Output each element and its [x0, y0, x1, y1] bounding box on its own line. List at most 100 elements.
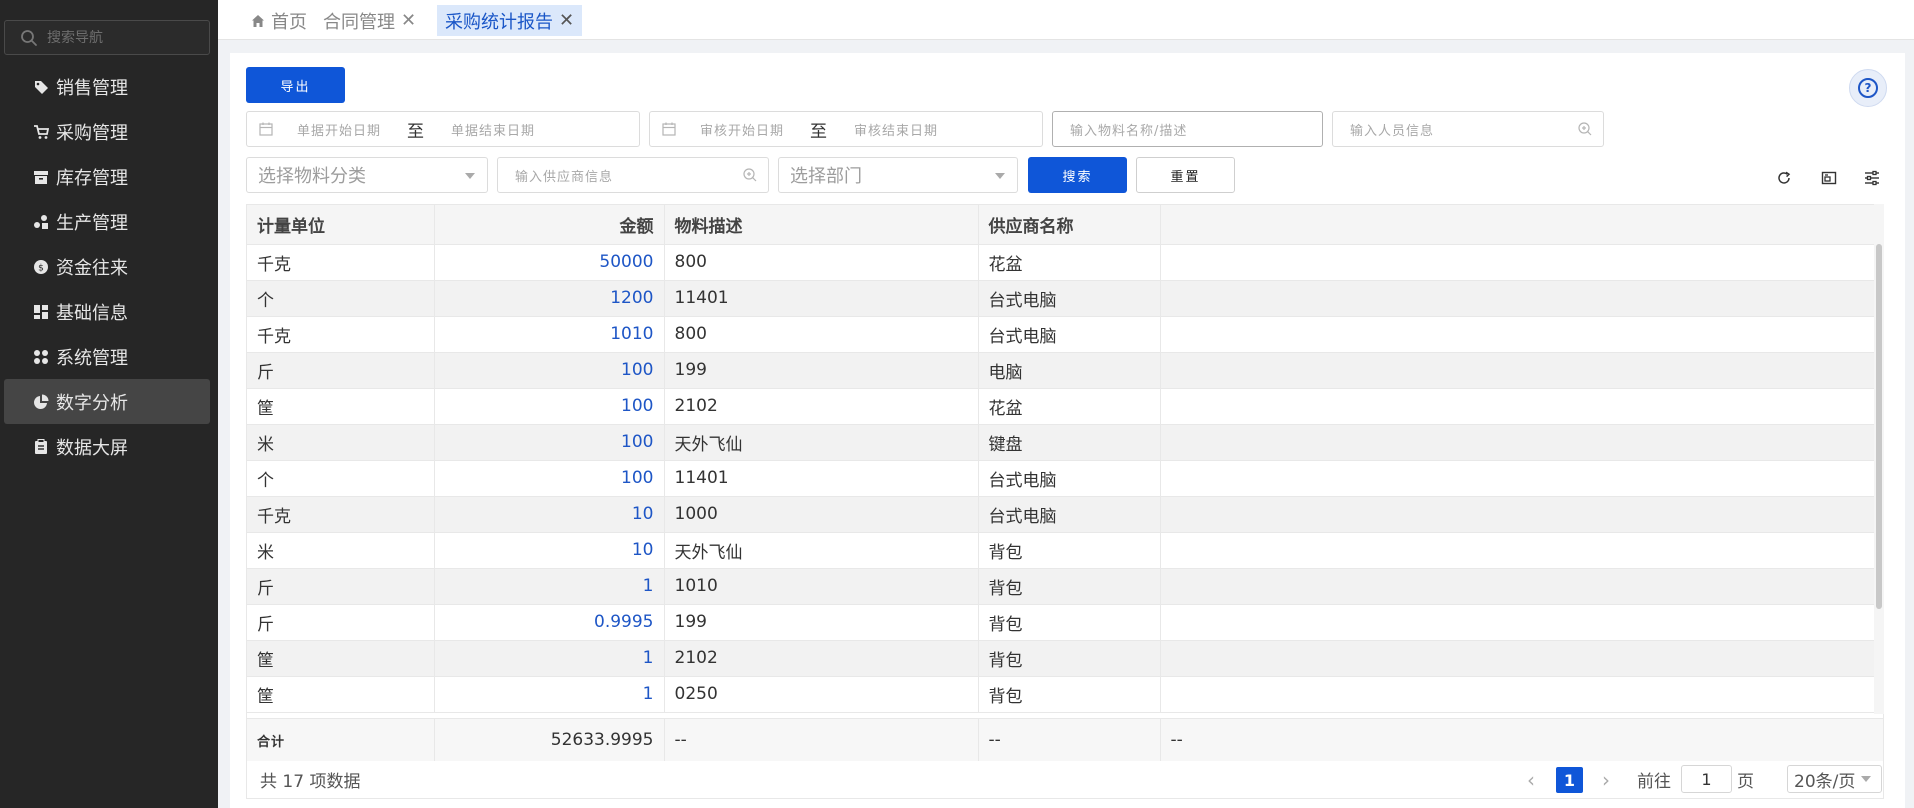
refresh-icon[interactable]	[1774, 168, 1794, 188]
sidebar-item-5[interactable]: 基础信息	[4, 289, 210, 334]
cell-supplier-name: 花盆	[978, 244, 1161, 281]
tab-home[interactable]: 首页	[243, 5, 315, 36]
cell-supplier-name: 背包	[978, 532, 1161, 569]
table-row[interactable]: 斤 1 1010 背包	[247, 568, 1884, 605]
start-date-placeholder[interactable]: 单据开始日期	[297, 120, 381, 139]
audit-date-range[interactable]: 审核开始日期 至 审核结束日期	[649, 111, 1043, 147]
goto-label: 前往	[1637, 772, 1671, 792]
density-icon[interactable]	[1819, 168, 1839, 188]
end-date-placeholder[interactable]: 单据结束日期	[451, 120, 535, 139]
table-row[interactable]: 筐 1 0250 背包	[247, 676, 1884, 713]
cell-unit: 千克	[247, 244, 435, 281]
reset-button[interactable]: 重置	[1136, 157, 1235, 193]
svg-text:$: $	[38, 263, 44, 273]
cell-unit: 筐	[247, 676, 435, 713]
sidebar-item-2[interactable]: 库存管理	[4, 154, 210, 199]
sidebar-item-6[interactable]: 系统管理	[4, 334, 210, 379]
total-count: 共 17 项数据	[260, 772, 361, 792]
scrollbar-thumb[interactable]	[1876, 244, 1882, 609]
column-header[interactable]: 金额	[434, 205, 665, 245]
sidebar-item-0[interactable]: 销售管理	[4, 64, 210, 109]
close-icon[interactable]: ✕	[401, 11, 416, 30]
current-page-button[interactable]: 1	[1556, 767, 1583, 793]
production-icon	[32, 213, 50, 231]
sidebar-item-8[interactable]: 数据大屏	[4, 424, 210, 469]
department-placeholder: 选择部门	[790, 166, 862, 187]
sidebar-item-7[interactable]: 数字分析	[4, 379, 210, 424]
search-button[interactable]: 搜索	[1028, 157, 1127, 193]
cell-empty	[1160, 532, 1884, 569]
sidebar-item-label: 销售管理	[56, 77, 128, 99]
supplier-search-placeholder: 输入供应商信息	[515, 169, 614, 185]
cell-supplier-name: 背包	[978, 568, 1161, 605]
cell-empty	[1160, 352, 1884, 389]
zoom-search-icon[interactable]	[742, 167, 758, 183]
apps-icon	[32, 348, 50, 366]
cell-supplier-name: 台式电脑	[978, 280, 1161, 317]
nav-search-input[interactable]	[47, 29, 197, 46]
table-row[interactable]: 筐 1 2102 背包	[247, 640, 1884, 677]
column-header[interactable]: 物料描述	[664, 205, 979, 245]
start-date-placeholder[interactable]: 审核开始日期	[700, 120, 784, 139]
sidebar-item-label: 库存管理	[56, 167, 128, 189]
summary-cell: --	[664, 718, 979, 762]
cell-amount: 10	[434, 532, 665, 569]
table-row[interactable]: 千克 10 1000 台式电脑	[247, 496, 1884, 533]
page-size-select[interactable]: 20条/页	[1787, 765, 1882, 793]
sidebar-item-1[interactable]: 采购管理	[4, 109, 210, 154]
table-row[interactable]: 筐 100 2102 花盆	[247, 388, 1884, 425]
calendar-icon	[259, 122, 273, 136]
sidebar-menu: 销售管理采购管理库存管理生产管理 $ 资金往来 基础信息 系统管理 数字分析数据大屏	[0, 64, 218, 469]
data-table: 计量单位 金额 物料描述 供应商名称 千克 50000 800 花盆个 1200 1140…	[246, 204, 1884, 761]
cell-amount: 1200	[434, 280, 665, 317]
cell-empty	[1160, 424, 1884, 461]
tab-purchase-report[interactable]: 采购统计报告 ✕	[437, 5, 583, 36]
export-button[interactable]: 导出	[246, 67, 345, 103]
cell-unit: 筐	[247, 640, 435, 677]
sidebar-item-4[interactable]: $ 资金往来	[4, 244, 210, 289]
table-row[interactable]: 个 100 11401 台式电脑	[247, 460, 1884, 497]
cell-material-desc: 1010	[664, 568, 979, 605]
close-icon[interactable]: ✕	[559, 11, 574, 30]
department-select[interactable]: 选择部门	[778, 157, 1018, 193]
help-button[interactable]: ?	[1849, 69, 1887, 107]
cell-supplier-name: 台式电脑	[978, 460, 1161, 497]
table-row[interactable]: 斤 100 199 电脑	[247, 352, 1884, 389]
pie-chart-icon	[32, 393, 50, 411]
document-date-range[interactable]: 单据开始日期 至 单据结束日期	[246, 111, 640, 147]
nav-search-box[interactable]	[4, 20, 210, 55]
table-row[interactable]: 千克 50000 800 花盆	[247, 244, 1884, 281]
sidebar-item-label: 生产管理	[56, 212, 128, 234]
sidebar-item-3[interactable]: 生产管理	[4, 199, 210, 244]
cell-supplier-name: 台式电脑	[978, 316, 1161, 353]
next-page-icon[interactable]: ›	[1602, 770, 1618, 790]
cell-unit: 米	[247, 424, 435, 461]
table-row[interactable]: 米 10 天外飞仙 背包	[247, 532, 1884, 569]
prev-page-icon[interactable]: ‹	[1527, 770, 1543, 790]
summary-label: 合计	[247, 718, 435, 762]
supplier-search-field[interactable]: 输入供应商信息	[497, 157, 769, 193]
end-date-placeholder[interactable]: 审核结束日期	[854, 120, 938, 139]
cell-unit: 个	[247, 280, 435, 317]
category-select[interactable]: 选择物料分类	[246, 157, 488, 193]
person-search-field[interactable]: 输入人员信息	[1332, 111, 1604, 147]
sidebar-item-label: 数据大屏	[56, 437, 128, 459]
cart-icon	[32, 123, 50, 141]
material-search-field[interactable]: 输入物料名称/描述	[1052, 111, 1323, 147]
column-header[interactable]: 供应商名称	[978, 205, 1161, 245]
column-settings-icon[interactable]	[1862, 168, 1882, 188]
cell-unit: 千克	[247, 316, 435, 353]
cell-empty	[1160, 604, 1884, 641]
table-row[interactable]: 米 100 天外飞仙 键盘	[247, 424, 1884, 461]
goto-page-input[interactable]	[1681, 765, 1732, 793]
sidebar: 销售管理采购管理库存管理生产管理 $ 资金往来基础信息系统管理数字分析数据大屏	[0, 0, 218, 808]
table-row[interactable]: 千克 1010 800 台式电脑	[247, 316, 1884, 353]
chevron-down-icon	[995, 173, 1005, 179]
tabs-bar: 首页 合同管理 ✕ 采购统计报告 ✕	[218, 0, 1914, 40]
table-row[interactable]: 个 1200 11401 台式电脑	[247, 280, 1884, 317]
zoom-search-icon[interactable]	[1577, 121, 1593, 137]
column-header[interactable]: 计量单位	[247, 205, 435, 245]
table-row[interactable]: 斤 0.9995 199 背包	[247, 604, 1884, 641]
cell-material-desc: 天外飞仙	[664, 532, 979, 569]
tab-contract-management[interactable]: 合同管理 ✕	[315, 5, 424, 36]
